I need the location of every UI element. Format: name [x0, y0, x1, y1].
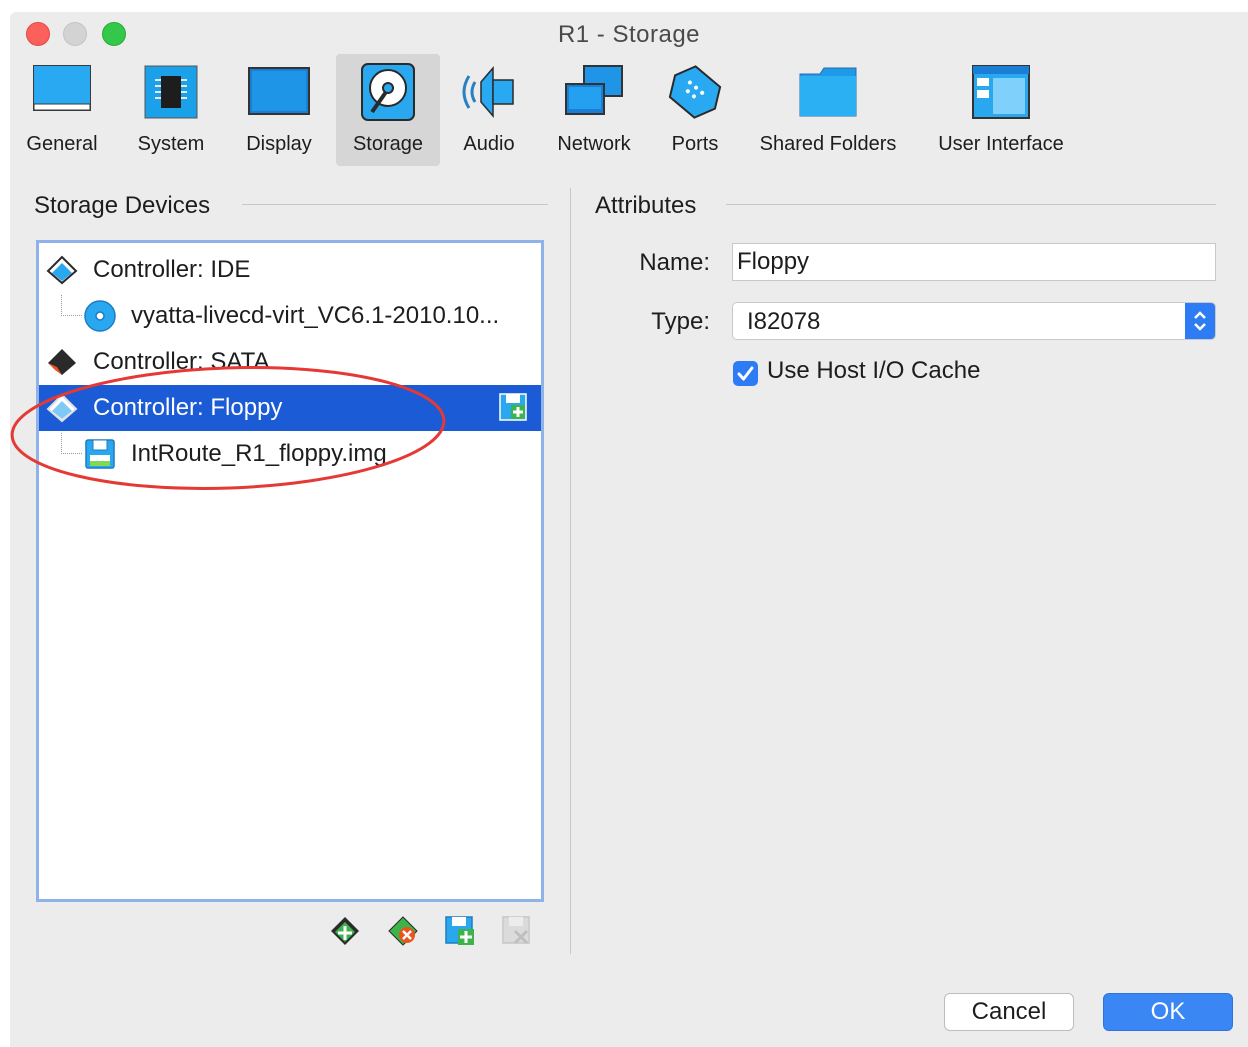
add-attachment-icon[interactable]	[444, 915, 476, 947]
tree-item-label: vyatta-livecd-virt_VC6.1-2010.10...	[131, 302, 500, 329]
toolbar-storage-label: Storage	[352, 133, 424, 155]
sata-controller-icon	[48, 349, 76, 375]
toolbar-system-label: System	[137, 133, 205, 155]
tree-item-sata-controller[interactable]: Controller: SATA	[39, 339, 541, 385]
pane-divider	[570, 188, 571, 954]
add-floppy-attachment-icon[interactable]	[497, 391, 529, 423]
remove-controller-icon[interactable]	[387, 915, 419, 947]
title-bar: R1 - Storage	[10, 12, 1248, 54]
toolbar-storage[interactable]: Storage	[336, 54, 440, 166]
toolbar-general[interactable]: General	[14, 54, 110, 166]
type-select-stepper[interactable]	[1185, 303, 1215, 339]
add-controller-icon[interactable]	[329, 915, 361, 947]
window-title: R1 - Storage	[557, 21, 701, 48]
use-host-io-cache-label: Use Host I/O Cache	[767, 357, 981, 384]
network-icon	[565, 65, 623, 115]
ports-icon	[668, 65, 722, 119]
toolbar-user-interface-label: User Interface	[938, 133, 1064, 155]
name-field[interactable]: Floppy	[732, 243, 1216, 281]
tree-item-optical-disc[interactable]: vyatta-livecd-virt_VC6.1-2010.10...	[39, 293, 541, 339]
toolbar-display[interactable]: Display	[236, 54, 322, 166]
shared-folder-icon	[799, 67, 857, 117]
toolbar-shared-folders[interactable]: Shared Folders	[748, 54, 908, 166]
general-icon	[33, 65, 91, 111]
remove-attachment-icon[interactable]	[501, 915, 533, 947]
toolbar-audio[interactable]: Audio	[450, 54, 528, 166]
toolbar-display-label: Display	[246, 133, 312, 155]
toolbar-network-label: Network	[557, 133, 631, 155]
tree-item-label: IntRoute_R1_floppy.img	[131, 440, 387, 467]
attributes-heading-rule	[726, 204, 1216, 205]
storage-settings-window: R1 - Storage General System Display Stor…	[10, 12, 1248, 1047]
tree-item-label: Controller: SATA	[93, 348, 270, 375]
tree-item-label: Controller: IDE	[93, 256, 251, 283]
cancel-button[interactable]: Cancel	[944, 993, 1074, 1031]
storage-tree[interactable]: Controller: IDE vyatta-livecd-virt_VC6.1…	[36, 240, 544, 902]
storage-devices-heading: Storage Devices	[34, 192, 211, 219]
toolbar-network[interactable]: Network	[548, 54, 640, 166]
attributes-heading: Attributes	[595, 192, 697, 219]
tree-item-floppy-controller[interactable]: Controller: Floppy	[39, 385, 541, 431]
ide-controller-icon	[46, 255, 78, 285]
toolbar-system[interactable]: System	[128, 54, 214, 166]
name-label: Name:	[639, 249, 710, 276]
ok-button[interactable]: OK	[1103, 993, 1233, 1031]
use-host-io-cache-checkbox[interactable]	[733, 361, 758, 386]
tree-item-label: Controller: Floppy	[93, 394, 283, 421]
tree-item-floppy-image[interactable]: IntRoute_R1_floppy.img	[39, 431, 541, 477]
display-monitor-icon	[248, 67, 310, 115]
audio-speaker-icon	[462, 65, 514, 119]
toolbar-user-interface[interactable]: User Interface	[926, 54, 1076, 166]
checkmark-icon	[737, 366, 754, 381]
storage-heading-rule	[242, 204, 548, 205]
tree-item-ide-controller[interactable]: Controller: IDE	[39, 247, 541, 293]
toolbar-audio-label: Audio	[463, 133, 515, 155]
floppy-controller-icon	[46, 393, 78, 423]
type-select-value: I82078	[747, 308, 821, 335]
toolbar-ports[interactable]: Ports	[658, 54, 732, 166]
toolbar-ports-label: Ports	[671, 133, 719, 155]
user-interface-icon	[972, 65, 1030, 119]
chevron-up-down-icon	[1194, 311, 1206, 331]
optical-disc-icon	[84, 300, 116, 332]
type-select[interactable]: I82078	[732, 302, 1216, 340]
storage-disk-icon	[361, 63, 415, 121]
type-label: Type:	[651, 308, 710, 335]
settings-toolbar: General System Display Storage Audio Net…	[10, 54, 1248, 166]
toolbar-shared-folders-label: Shared Folders	[759, 133, 897, 155]
system-chip-icon	[144, 65, 198, 119]
floppy-disk-icon	[85, 439, 115, 469]
toolbar-general-label: General	[26, 133, 98, 155]
